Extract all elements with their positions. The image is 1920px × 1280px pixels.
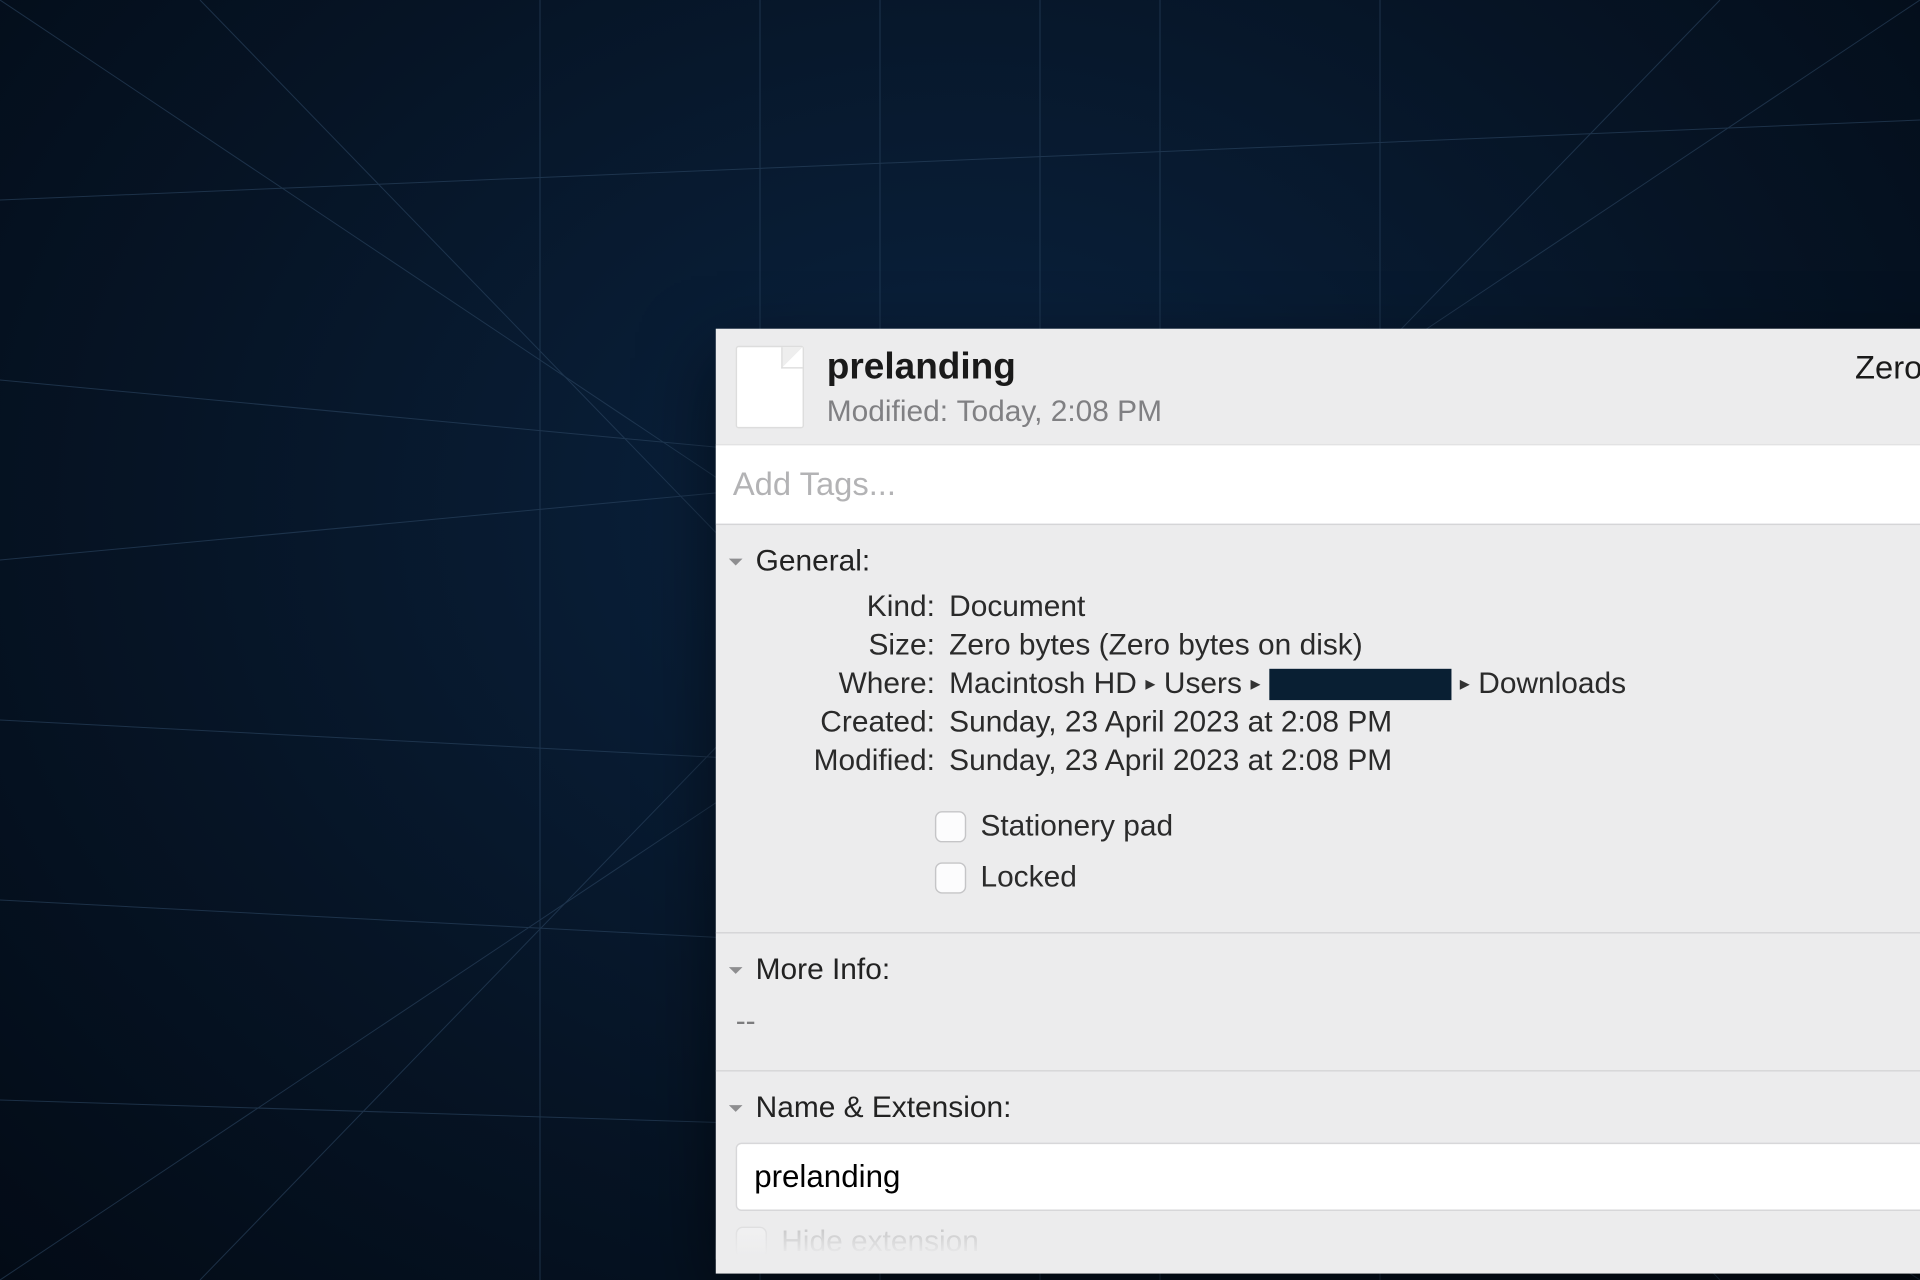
section-name-ext-title: Name & Extension: <box>756 1091 1012 1125</box>
locked-checkbox[interactable] <box>935 862 966 893</box>
section-name-ext: Name & Extension: Hide extension <box>716 1070 1920 1273</box>
clipped-edge <box>716 1225 1920 1259</box>
general-checkboxes: Stationery pad Locked <box>716 786 1920 917</box>
stationery-pad-row: Stationery pad <box>935 801 1920 852</box>
stationery-pad-checkbox[interactable] <box>935 811 966 842</box>
section-more-info-title: More Info: <box>756 953 891 987</box>
created-label: Created: <box>736 705 935 739</box>
size-label: Size: <box>736 628 935 662</box>
more-info-value: -- <box>716 998 1920 1055</box>
modified-label: Modified: <box>827 395 948 428</box>
modified-value-row: Sunday, 23 April 2023 at 2:08 PM <box>949 744 1920 778</box>
chevron-down-icon <box>724 550 747 573</box>
tags-input[interactable] <box>733 465 1920 503</box>
stationery-pad-label: Stationery pad <box>980 809 1173 843</box>
locked-row: Locked <box>935 852 1920 903</box>
chevron-down-icon <box>724 959 747 982</box>
triangle-right-icon: ▸ <box>1250 672 1260 696</box>
chevron-down-icon <box>724 1097 747 1120</box>
section-more-info: More Info: -- <box>716 931 1920 1069</box>
section-general-title: General: <box>756 544 871 578</box>
get-info-header: prelanding Modified: Today, 2:08 PM Zero … <box>716 329 1920 445</box>
file-size-short: Zero KB <box>1855 346 1920 387</box>
modified-value: Today, 2:08 PM <box>957 395 1162 428</box>
created-value: Sunday, 23 April 2023 at 2:08 PM <box>949 705 1920 739</box>
triangle-right-icon: ▸ <box>1145 672 1155 696</box>
tags-row <box>716 445 1920 523</box>
where-part: Macintosh HD <box>949 667 1137 701</box>
redacted-username <box>1269 668 1451 699</box>
get-info-window: prelanding Modified: Today, 2:08 PM Zero … <box>716 329 1920 1273</box>
file-icon <box>736 346 804 429</box>
kind-label: Kind: <box>736 590 935 624</box>
section-more-info-header[interactable]: More Info: <box>716 947 1920 998</box>
triangle-right-icon: ▸ <box>1460 672 1470 696</box>
name-extension-input[interactable] <box>736 1142 1920 1210</box>
section-name-ext-header[interactable]: Name & Extension: <box>716 1085 1920 1136</box>
modified-label-row: Modified: <box>736 744 935 778</box>
where-part: Downloads <box>1478 667 1626 701</box>
section-general-header[interactable]: General: <box>716 539 1920 590</box>
where-value: Macintosh HD ▸ Users ▸ ▸ Downloads <box>949 667 1920 701</box>
locked-label: Locked <box>980 860 1076 894</box>
size-value: Zero bytes (Zero bytes on disk) <box>949 628 1920 662</box>
general-kv: Kind: Document Size: Zero bytes (Zero by… <box>716 590 1920 786</box>
file-name: prelanding <box>827 346 1162 387</box>
kind-value: Document <box>949 590 1920 624</box>
section-general: General: Kind: Document Size: Zero bytes… <box>716 523 1920 931</box>
modified-summary: Modified: Today, 2:08 PM <box>827 395 1162 429</box>
where-part: Users <box>1164 667 1242 701</box>
where-label: Where: <box>736 667 935 701</box>
